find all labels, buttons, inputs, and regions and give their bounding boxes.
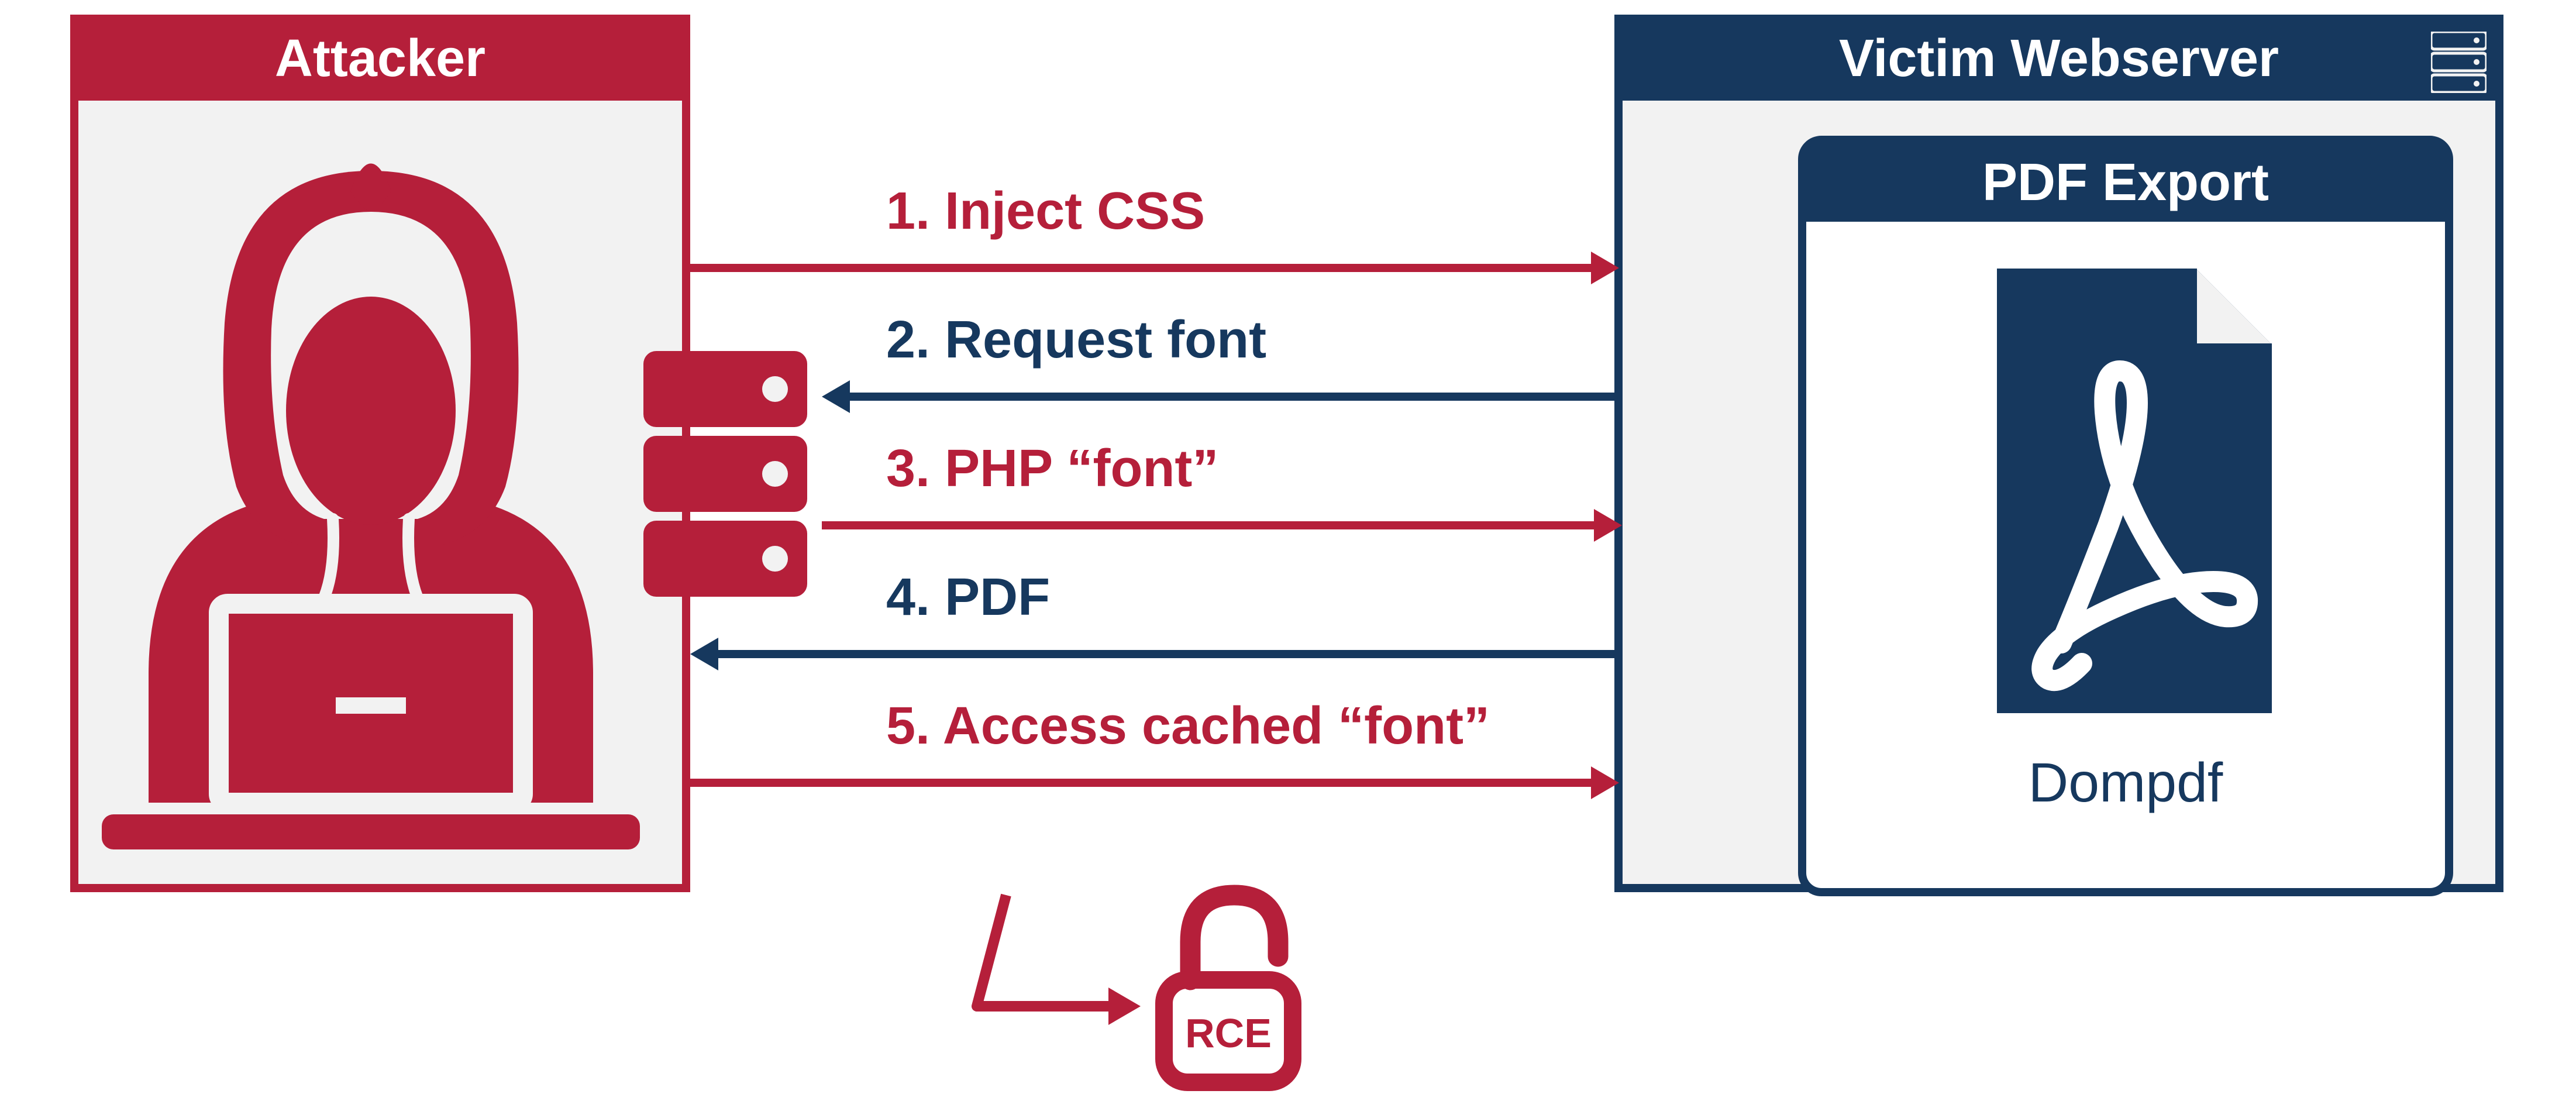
victim-title-text: Victim Webserver	[1839, 29, 2279, 88]
hacker-icon	[102, 159, 640, 849]
attacker-panel: Attacker	[70, 15, 690, 892]
rce-label: RCE	[1185, 1010, 1272, 1056]
dompdf-label: Dompdf	[1806, 751, 2445, 815]
pdf-file-icon	[1944, 269, 2307, 737]
rce-arrow-icon	[959, 889, 1158, 1076]
attacker-body	[78, 101, 682, 886]
victim-title: Victim Webserver	[1623, 23, 2495, 101]
pdf-export-panel: PDF Export Dompdf	[1798, 136, 2453, 896]
step-1-arrow	[690, 252, 1619, 284]
victim-panel: Victim Webserver PDF Export	[1614, 15, 2503, 892]
step-5-arrow	[690, 766, 1619, 799]
step-2-label: 2. Request font	[886, 310, 1266, 370]
pdf-icon-container: Dompdf	[1806, 222, 2445, 815]
step-1-label: 1. Inject CSS	[886, 181, 1205, 242]
step-3-label: 3. PHP “font”	[886, 439, 1218, 499]
step-3-arrow	[822, 509, 1622, 542]
step-4-arrow	[690, 638, 1619, 670]
server-icon	[2431, 32, 2487, 93]
step-4-label: 4. PDF	[886, 567, 1050, 628]
attack-flow-diagram: Attacker	[0, 0, 2576, 1090]
unlocked-padlock-icon: RCE	[1146, 878, 1310, 1094]
attacker-server-icon	[643, 351, 807, 597]
step-5-label: 5. Access cached “font”	[886, 696, 1490, 756]
step-2-arrow	[822, 380, 1622, 413]
victim-body: PDF Export Dompdf	[1623, 101, 2495, 886]
attacker-title: Attacker	[78, 23, 682, 101]
pdf-export-title: PDF Export	[1806, 144, 2445, 222]
